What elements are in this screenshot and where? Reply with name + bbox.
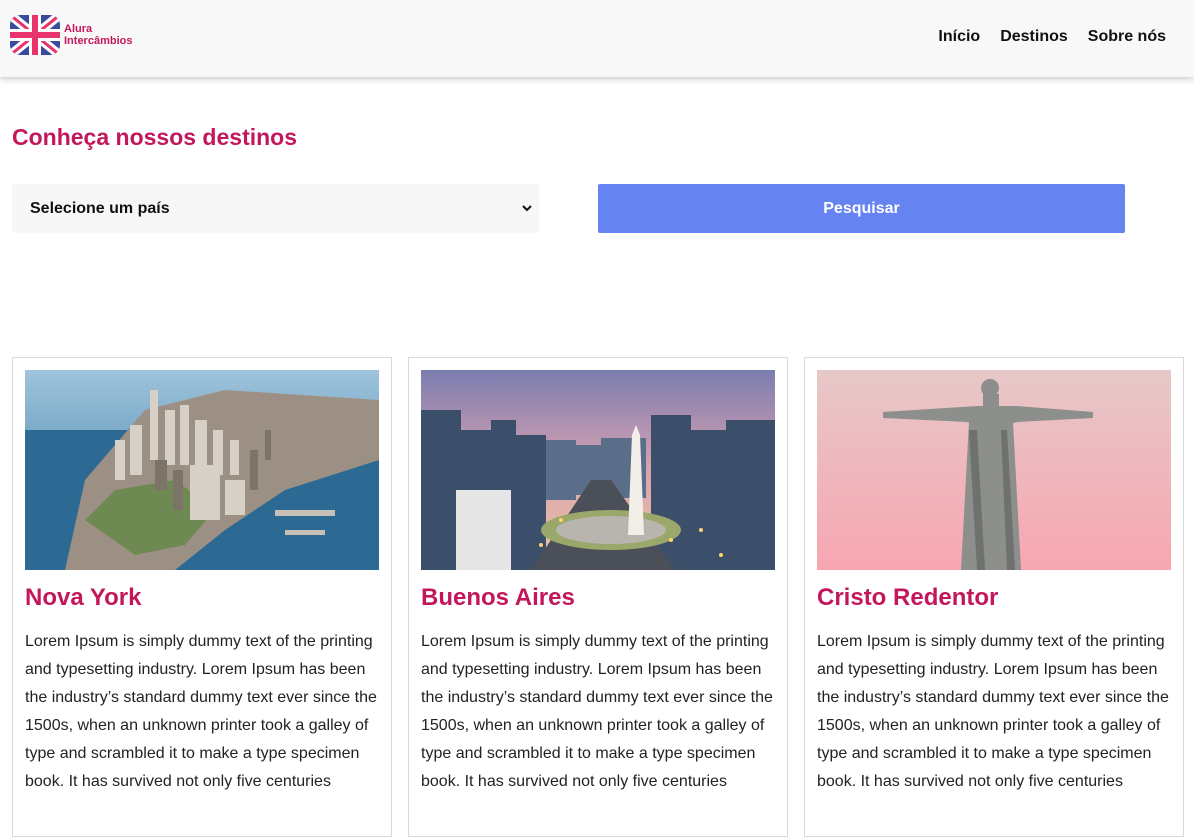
- destination-card-buenos-aires: Buenos Aires Lorem Ipsum is simply dummy…: [408, 357, 788, 837]
- card-description: Lorem Ipsum is simply dummy text of the …: [25, 633, 377, 790]
- chevron-down-icon: [522, 205, 532, 212]
- card-title: Buenos Aires: [421, 584, 575, 611]
- card-description: Lorem Ipsum is simply dummy text of the …: [421, 633, 773, 790]
- buenos-aires-image: [421, 370, 775, 570]
- site-header: Alura Intercâmbios Início Destinos Sobre…: [0, 0, 1194, 77]
- nav-link-sobre-nos[interactable]: Sobre nós: [1088, 28, 1166, 46]
- card-title: Cristo Redentor: [817, 584, 999, 611]
- new-york-image: [25, 370, 379, 570]
- alura-logo[interactable]: Alura Intercâmbios: [9, 14, 149, 58]
- main-nav: Início Destinos Sobre nós: [938, 28, 1166, 46]
- card-title: Nova York: [25, 584, 142, 611]
- christ-the-redeemer-image: [817, 370, 1171, 570]
- nav-link-destinos[interactable]: Destinos: [1000, 28, 1068, 46]
- logo-text: Alura Intercâmbios: [64, 23, 132, 47]
- search-button[interactable]: Pesquisar: [598, 184, 1125, 233]
- logo-line-2: Intercâmbios: [64, 35, 133, 47]
- page-title: Conheça nossos destinos: [12, 124, 298, 150]
- country-select[interactable]: Selecione um país: [12, 184, 539, 233]
- destination-card-nova-york: Nova York Lorem Ipsum is simply dummy te…: [12, 357, 392, 837]
- card-description: Lorem Ipsum is simply dummy text of the …: [817, 633, 1169, 790]
- logo-line-1: Alura: [64, 23, 93, 35]
- destination-card-cristo-redentor: Cristo Redentor Lorem Ipsum is simply du…: [804, 357, 1184, 837]
- uk-flag-icon: [10, 15, 60, 55]
- nav-link-inicio[interactable]: Início: [938, 28, 980, 46]
- country-select-value: Selecione um país: [30, 200, 170, 217]
